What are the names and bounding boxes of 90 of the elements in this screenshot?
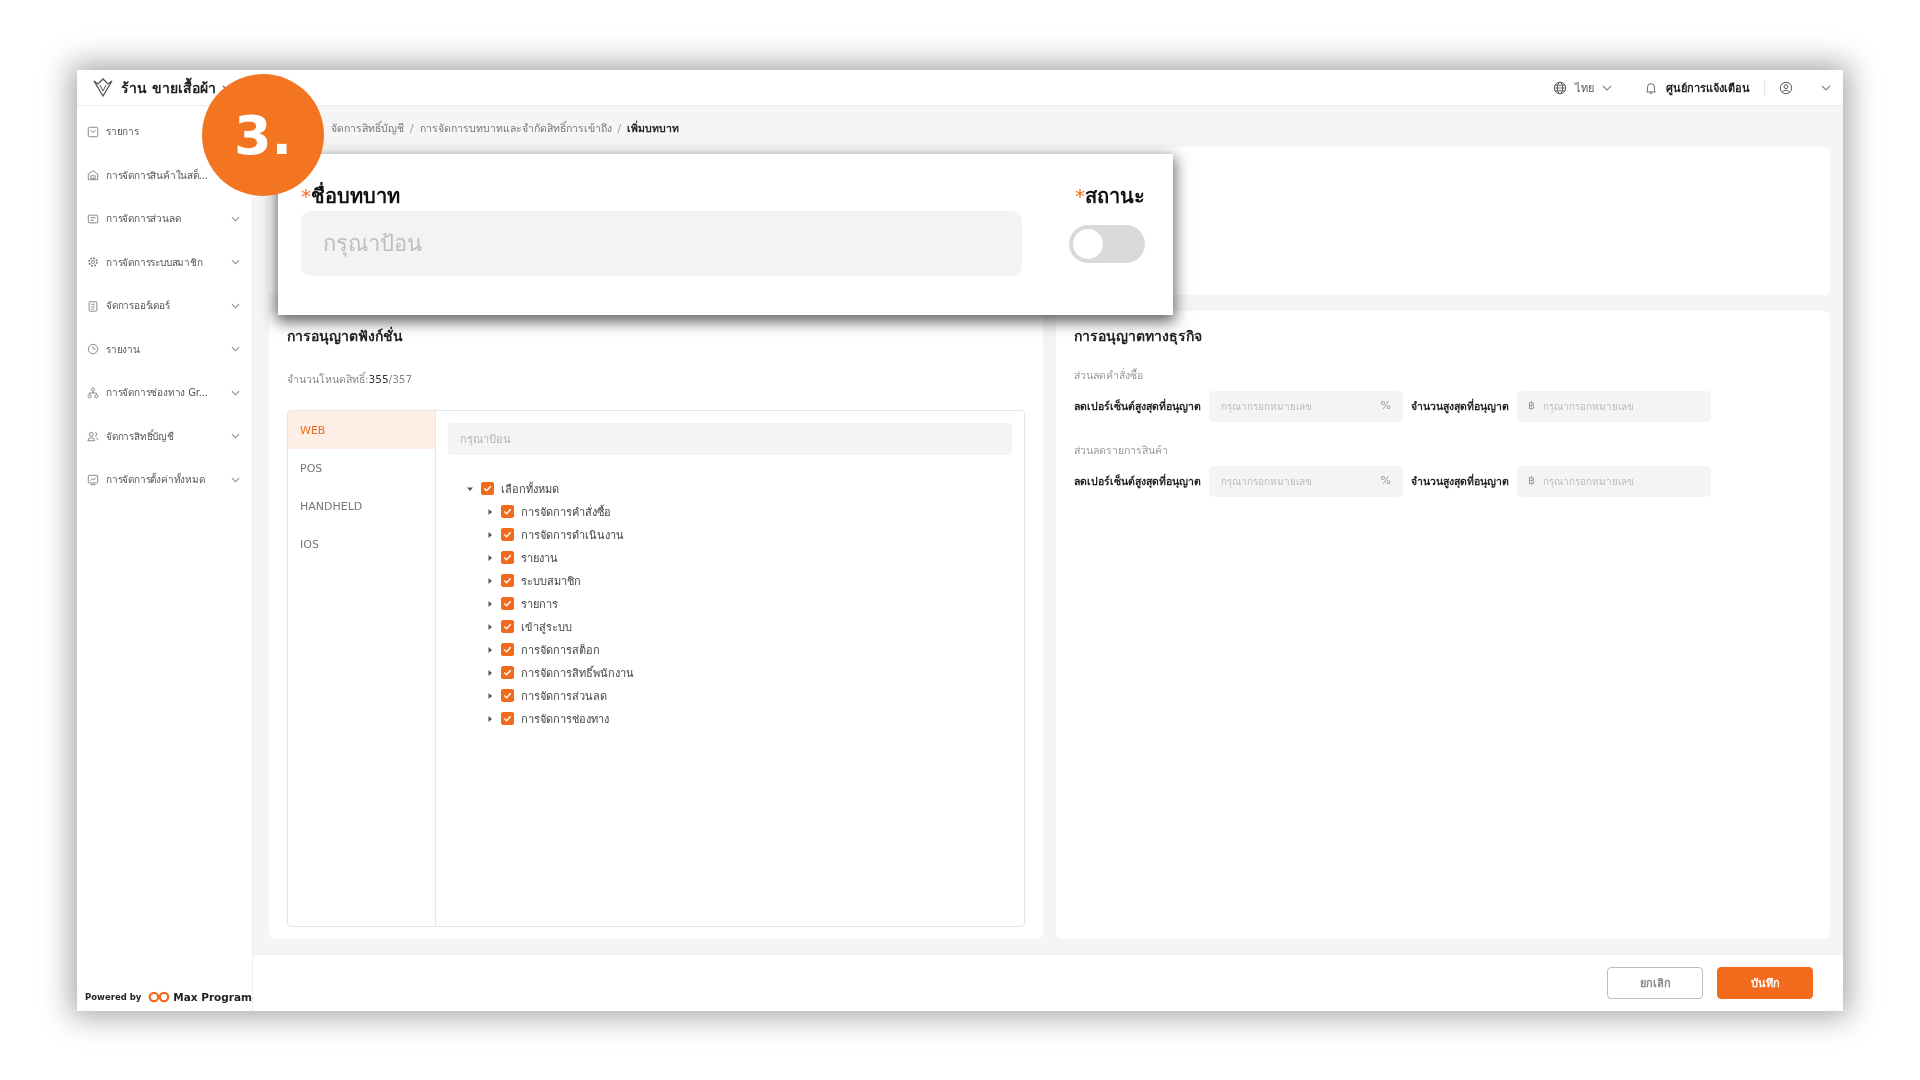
percent-unit: % — [1380, 474, 1391, 488]
checkbox[interactable] — [501, 689, 514, 702]
sidebar-menu-item[interactable]: จัดการออร์เดอร์ — [106, 298, 170, 314]
checkbox[interactable] — [501, 666, 514, 679]
bell-icon[interactable] — [1644, 80, 1658, 95]
field-label: ลดเปอร์เซ็นต์สูงสุดที่อนุญาต — [1074, 473, 1201, 490]
currency-symbol: ฿ — [1528, 399, 1535, 413]
chart-icon[interactable] — [87, 473, 99, 486]
tree-item[interactable]: การจัดการคำสั่งซื้อ — [521, 502, 611, 521]
chevron-down-icon[interactable] — [231, 215, 240, 222]
caret-right-icon[interactable] — [486, 645, 494, 654]
clock-icon[interactable] — [87, 343, 99, 356]
checkbox[interactable] — [501, 528, 514, 541]
chevron-down-icon[interactable] — [231, 259, 240, 266]
caret-right-icon[interactable] — [486, 507, 494, 516]
field-label: ลดเปอร์เซ็นต์สูงสุดที่อนุญาต — [1074, 398, 1201, 415]
section-label: ส่วนลดรายการสินค้า — [1074, 443, 1169, 458]
checkbox[interactable] — [501, 643, 514, 656]
tree-item[interactable]: รายการ — [521, 594, 558, 613]
checkbox[interactable] — [501, 574, 514, 587]
globe-icon[interactable] — [1553, 80, 1567, 95]
tree-item[interactable]: การจัดการช่องทาง — [521, 709, 609, 728]
caret-right-icon[interactable] — [486, 714, 494, 723]
caret-right-icon[interactable] — [486, 553, 494, 562]
checkbox[interactable] — [501, 620, 514, 633]
percent-unit: % — [1380, 399, 1391, 413]
panel-title: การอนุญาตทางธุรกิจ — [1074, 327, 1203, 347]
platform-tab[interactable]: POS — [288, 449, 435, 487]
search-field[interactable]: กรุณาป้อน — [448, 423, 1012, 455]
caret-right-icon[interactable] — [486, 622, 494, 631]
breadcrumb-separator: / — [410, 122, 414, 134]
checkbox[interactable] — [501, 505, 514, 518]
user-icon[interactable] — [1779, 80, 1793, 95]
infinity-logo-icon — [148, 991, 171, 1003]
chevron-down-icon[interactable] — [231, 389, 240, 396]
chevron-down-icon[interactable] — [1602, 84, 1612, 91]
caret-right-icon[interactable] — [486, 576, 494, 585]
field-label: จำนวนสูงสุดที่อนุญาต — [1411, 473, 1509, 490]
tree-item[interactable]: การจัดการส่วนลด — [521, 686, 607, 705]
breadcrumb-separator: / — [617, 122, 622, 134]
platform-tab[interactable]: HANDHELD — [288, 487, 435, 525]
panel-title: การอนุญาตฟังก์ชั่น — [287, 325, 404, 347]
sidebar-menu-item[interactable]: การจัดการตั้งค่าทั้งหมด — [106, 472, 205, 488]
caret-right-icon[interactable] — [486, 599, 494, 608]
breadcrumb-link[interactable]: การจัดการบทบาทและจำกัดสิทธิ์การเข้าถึง — [419, 119, 612, 137]
status-toggle[interactable] — [1069, 225, 1145, 263]
language-selector[interactable]: ไทย — [1575, 78, 1594, 97]
checkbox[interactable] — [501, 551, 514, 564]
caret-right-icon[interactable] — [486, 691, 494, 700]
tree-item[interactable]: การจัดการสต็อก — [521, 640, 600, 659]
ticket-icon[interactable] — [87, 212, 99, 225]
field-label: *สถานะ — [1075, 183, 1145, 208]
tree-item[interactable]: ระบบสมาชิก — [521, 571, 581, 590]
breadcrumb-link[interactable]: เพิ่มบทบาท — [627, 119, 680, 137]
checkbox[interactable] — [501, 712, 514, 725]
sidebar-menu-item[interactable]: การจัดการส่วนลด — [106, 211, 181, 227]
tree-item[interactable]: เข้าสู่ระบบ — [521, 617, 572, 636]
currency-symbol: ฿ — [1528, 474, 1535, 488]
sidebar-menu-item[interactable]: การจัดการช่องทาง Gr... — [106, 385, 208, 401]
tree-item[interactable]: การจัดการสิทธิ์พนักงาน — [521, 663, 634, 682]
store-icon[interactable] — [87, 169, 99, 182]
caret-right-icon[interactable] — [486, 668, 494, 677]
platform-tab[interactable]: IOS — [288, 525, 435, 563]
sidebar-menu-item[interactable]: การจัดการระบบสมาชิก — [106, 254, 203, 270]
users-icon[interactable] — [87, 430, 99, 443]
checkbox[interactable] — [501, 597, 514, 610]
permission-count: จำนวนโหนดสิทธิ์:355/357 — [287, 371, 414, 387]
inbox-icon[interactable] — [87, 125, 99, 138]
chevron-down-icon[interactable] — [1821, 84, 1831, 91]
powered-by-label: Powered by — [85, 992, 142, 1002]
section-label: ส่วนลดคำสั่งซื้อ — [1074, 367, 1144, 383]
tree-item[interactable]: เลือกทั้งหมด — [501, 479, 559, 498]
sidebar-menu-item[interactable]: จัดการสิทธิ์บัญชี — [106, 428, 174, 444]
sidebar-menu-item[interactable]: รายงาน — [106, 341, 140, 357]
notification-center-link[interactable]: ศูนย์การแจ้งเตือน — [1666, 78, 1750, 97]
chevron-down-icon[interactable] — [231, 433, 240, 440]
tree-item[interactable]: รายงาน — [521, 548, 558, 567]
tree-item[interactable]: การจัดการดำเนินงาน — [521, 525, 624, 544]
chevron-down-icon[interactable] — [231, 346, 240, 353]
chevron-down-icon[interactable] — [231, 302, 240, 309]
cancel-button[interactable]: ยกเลิก — [1607, 967, 1703, 999]
checkbox[interactable] — [481, 482, 494, 495]
brand-name: Max Program — [173, 991, 252, 1003]
network-icon[interactable] — [87, 386, 99, 399]
clipboard-icon[interactable] — [87, 299, 99, 312]
field-label: จำนวนสูงสุดที่อนุญาต — [1411, 398, 1509, 415]
sidebar-menu-item[interactable]: รายการ — [106, 124, 139, 140]
chevron-down-icon[interactable] — [231, 476, 240, 483]
caret-right-icon[interactable] — [486, 530, 494, 539]
breadcrumb-link[interactable]: จัดการสิทธิ์บัญชี — [331, 119, 404, 137]
